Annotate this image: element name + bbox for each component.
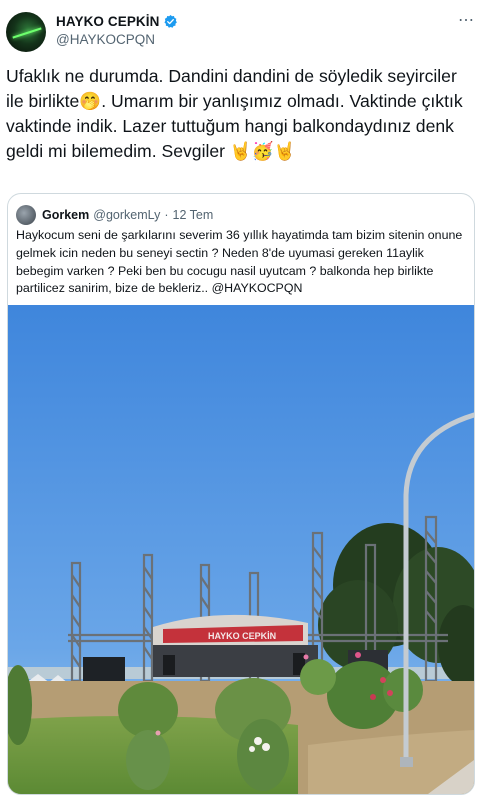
quoted-tweet-time[interactable]: 12 Tem <box>173 208 214 222</box>
quoted-author-avatar[interactable] <box>16 205 36 225</box>
tweet-text: Ufaklık ne durumda. Dandini dandini de s… <box>6 66 468 161</box>
concert-stage-photo[interactable]: HAYKO CEPKİN <box>8 305 474 794</box>
tweet-header: HAYKO CEPKİN @HAYKOCPQN ⋯ <box>6 10 477 54</box>
author-name-row: HAYKO CEPKİN <box>56 14 178 29</box>
laser-beam <box>12 27 42 39</box>
verified-badge-icon <box>164 14 178 28</box>
author-handle[interactable]: @HAYKOCPQN <box>56 32 155 47</box>
author-display-name[interactable]: HAYKO CEPKİN <box>56 14 159 29</box>
quoted-author-handle[interactable]: @gorkemLy <box>93 208 160 222</box>
quoted-tweet[interactable]: Gorkem @gorkemLy · 12 Tem Haykocum seni … <box>7 193 475 795</box>
more-options-icon[interactable]: ⋯ <box>458 10 475 30</box>
author-avatar[interactable] <box>6 12 46 52</box>
stage-banner-text: HAYKO CEPKİN <box>208 631 276 641</box>
quoted-author-name[interactable]: Gorkem <box>42 208 89 222</box>
quoted-tweet-text: Haykocum seni de şarkılarını severim 36 … <box>16 228 463 296</box>
separator-dot: · <box>164 208 169 222</box>
quoted-tweet-header: Gorkem @gorkemLy · 12 Tem <box>16 205 213 225</box>
